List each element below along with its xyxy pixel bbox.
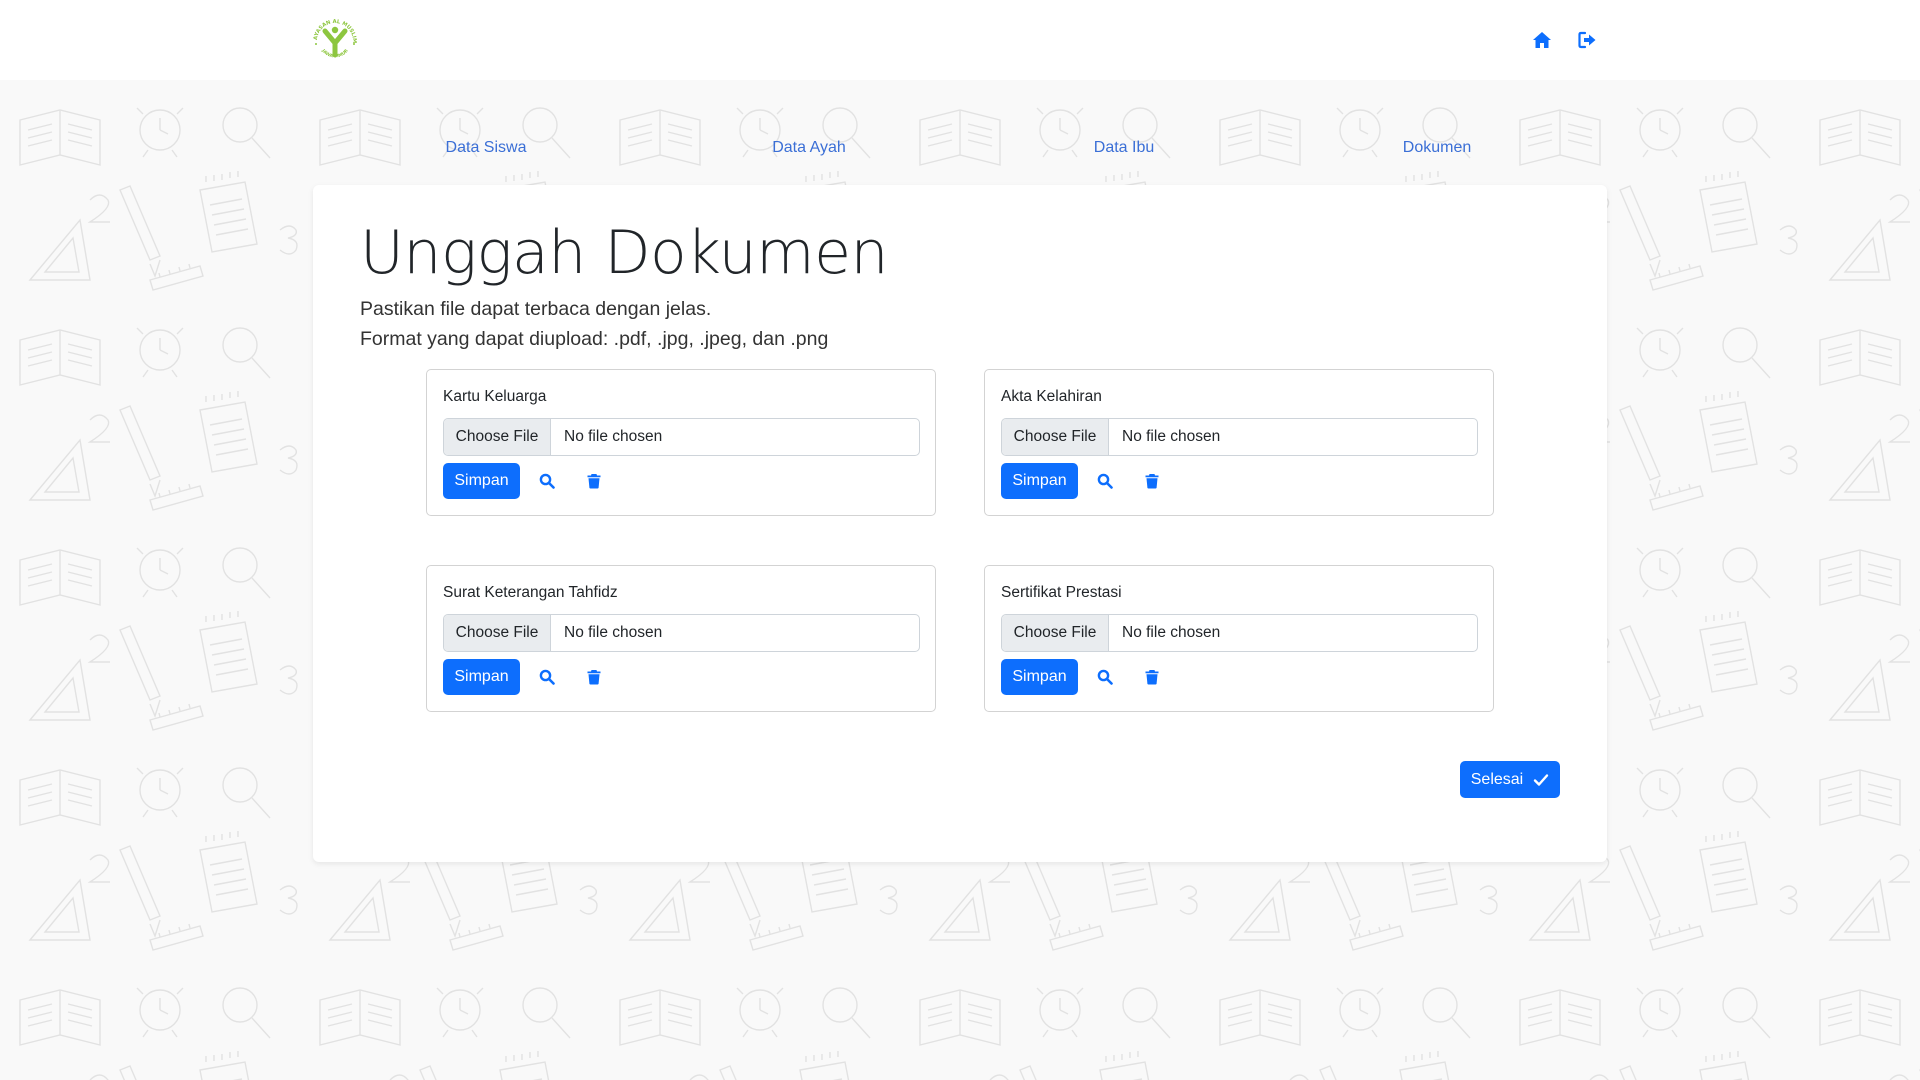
document-label: Sertifikat Prestasi: [1001, 584, 1122, 601]
document-label: Kartu Keluarga: [443, 388, 547, 405]
document-card-kartu-keluarga: Kartu Keluarga Choose File No file chose…: [426, 369, 936, 516]
save-button[interactable]: Simpan: [1001, 659, 1078, 695]
tab-data-siswa[interactable]: Data Siswa: [446, 134, 527, 162]
logout-icon: [1578, 31, 1596, 49]
file-status: No file chosen: [564, 428, 663, 445]
preview-button[interactable]: [1095, 667, 1115, 687]
search-icon: [539, 669, 555, 685]
page-title: Unggah Dokumen: [360, 218, 889, 288]
description-line-1: Pastikan file dapat terbaca dengan jelas…: [360, 298, 712, 320]
preview-button[interactable]: [1095, 471, 1115, 491]
tab-data-ayah[interactable]: Data Ayah: [772, 134, 846, 162]
upload-panel: Unggah Dokumen Pastikan file dapat terba…: [313, 185, 1607, 862]
tab-data-ibu[interactable]: Data Ibu: [1094, 134, 1154, 162]
finish-button[interactable]: Selesai: [1460, 761, 1560, 798]
file-status: No file chosen: [1122, 428, 1221, 445]
document-card-surat-keterangan-tahfidz: Surat Keterangan Tahfidz Choose File No …: [426, 565, 936, 712]
logo-emblem-icon: YAYASAN AL MUSLIM JAWA TIMUR: [305, 10, 357, 59]
file-input[interactable]: Choose File No file chosen: [443, 418, 920, 456]
choose-file-button[interactable]: Choose File: [1002, 615, 1109, 651]
tab-dokumen[interactable]: Dokumen: [1403, 134, 1471, 162]
step-navigation: Data Siswa Data Ayah Data Ibu Dokumen: [0, 134, 1920, 164]
description-line-2: Format yang dapat diupload: .pdf, .jpg, …: [360, 328, 829, 350]
trash-icon: [1145, 670, 1159, 685]
choose-file-button[interactable]: Choose File: [444, 419, 551, 455]
preview-button[interactable]: [537, 471, 557, 491]
home-icon: [1533, 32, 1551, 48]
document-card-akta-kelahiran: Akta Kelahiran Choose File No file chose…: [984, 369, 1494, 516]
home-button[interactable]: [1531, 29, 1553, 51]
trash-icon: [1145, 474, 1159, 489]
document-card-sertifikat-prestasi: Sertifikat Prestasi Choose File No file …: [984, 565, 1494, 712]
delete-button[interactable]: [584, 471, 604, 491]
file-input[interactable]: Choose File No file chosen: [1001, 614, 1478, 652]
delete-button[interactable]: [1142, 667, 1162, 687]
check-icon: [1534, 773, 1549, 786]
document-label: Surat Keterangan Tahfidz: [443, 584, 618, 601]
file-input[interactable]: Choose File No file chosen: [443, 614, 920, 652]
finish-button-label: Selesai: [1470, 770, 1524, 788]
search-icon: [1097, 473, 1113, 489]
preview-button[interactable]: [537, 667, 557, 687]
trash-icon: [587, 474, 601, 489]
top-header: YAYASAN AL MUSLIM JAWA TIMUR: [0, 0, 1920, 80]
file-status: No file chosen: [1122, 624, 1221, 641]
search-icon: [539, 473, 555, 489]
search-icon: [1097, 669, 1113, 685]
choose-file-button[interactable]: Choose File: [444, 615, 551, 651]
save-button[interactable]: Simpan: [1001, 463, 1078, 499]
save-button[interactable]: Simpan: [443, 659, 520, 695]
trash-icon: [587, 670, 601, 685]
logo[interactable]: YAYASAN AL MUSLIM JAWA TIMUR: [305, 10, 362, 68]
logout-button[interactable]: [1577, 29, 1599, 51]
document-label: Akta Kelahiran: [1001, 388, 1102, 405]
delete-button[interactable]: [1142, 471, 1162, 491]
file-input[interactable]: Choose File No file chosen: [1001, 418, 1478, 456]
file-status: No file chosen: [564, 624, 663, 641]
save-button[interactable]: Simpan: [443, 463, 520, 499]
delete-button[interactable]: [584, 667, 604, 687]
choose-file-button[interactable]: Choose File: [1002, 419, 1109, 455]
